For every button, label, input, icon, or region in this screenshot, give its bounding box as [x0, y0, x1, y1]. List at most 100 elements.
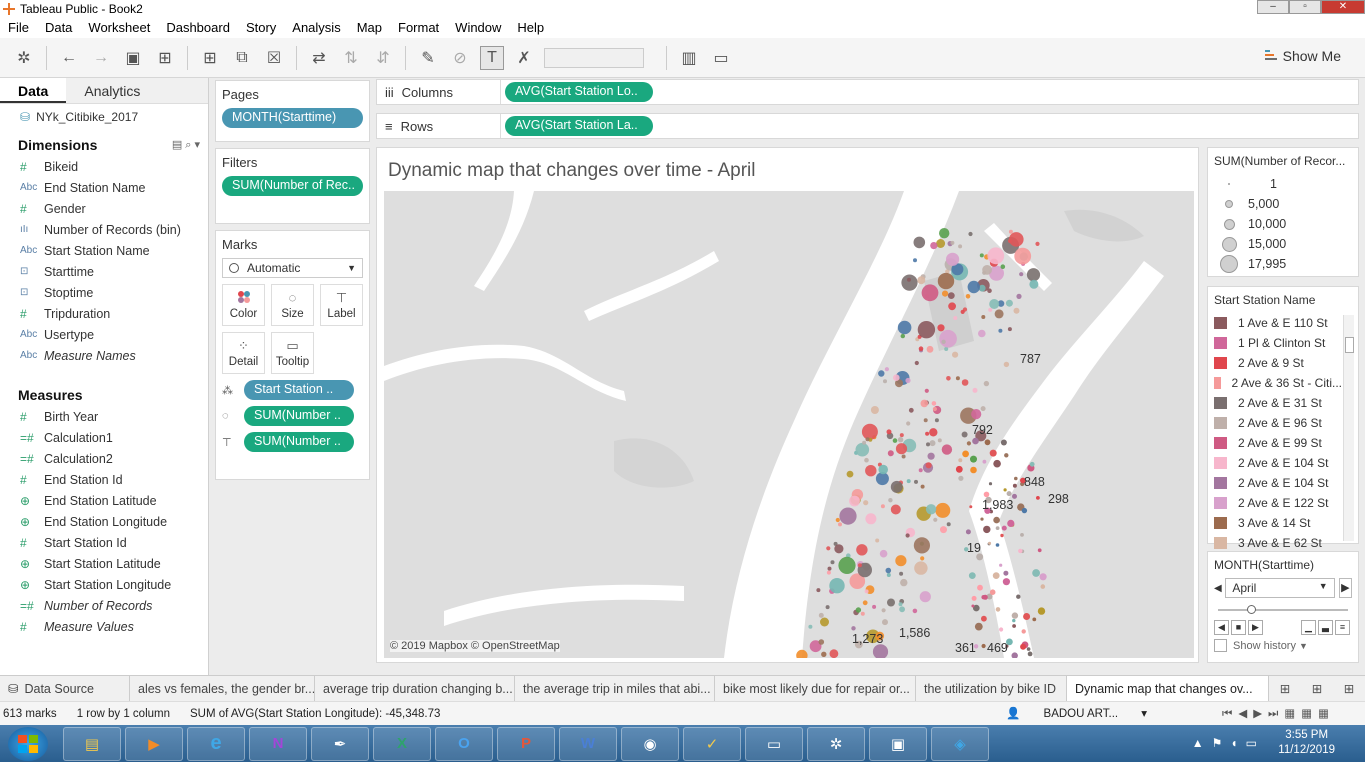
color-legend-item[interactable]: 2 Ave & E 104 St: [1214, 453, 1342, 473]
station-bubble[interactable]: [1012, 483, 1017, 488]
tableau-taskbar-icon[interactable]: ✲: [807, 726, 865, 761]
station-bubble[interactable]: [883, 379, 887, 384]
station-bubble[interactable]: [899, 606, 905, 613]
file-explorer-icon[interactable]: ▤: [63, 726, 121, 761]
station-bubble[interactable]: [958, 244, 963, 249]
station-bubble[interactable]: [918, 468, 923, 473]
measure-field[interactable]: ⊕ Start Station Latitude: [0, 553, 208, 574]
highlight-icon[interactable]: ✎: [416, 46, 440, 70]
station-bubble[interactable]: [900, 578, 908, 587]
color-legend-item[interactable]: 3 Ave & E 62 St: [1214, 533, 1342, 553]
station-bubble[interactable]: [882, 619, 888, 626]
station-bubble[interactable]: [917, 321, 936, 339]
dimension-field[interactable]: Abc End Station Name: [0, 177, 208, 198]
station-bubble[interactable]: [995, 543, 1000, 547]
show-cards-icon[interactable]: ▥: [677, 46, 701, 70]
station-bubble[interactable]: [838, 522, 842, 527]
station-bubble[interactable]: [980, 406, 986, 412]
station-bubble[interactable]: [1029, 279, 1039, 289]
station-bubble[interactable]: [944, 347, 949, 351]
station-bubble[interactable]: [927, 452, 935, 460]
size-button[interactable]: ◌ Size: [271, 284, 314, 326]
station-bubble[interactable]: [950, 240, 955, 245]
measure-field[interactable]: # Birth Year: [0, 406, 208, 427]
new-worksheet-tab-icon[interactable]: ⊞: [1269, 681, 1301, 696]
station-bubble[interactable]: [971, 409, 982, 420]
station-bubble[interactable]: [818, 612, 824, 618]
station-bubble[interactable]: [961, 379, 969, 386]
station-bubble[interactable]: [1014, 247, 1032, 265]
station-bubble[interactable]: [920, 399, 929, 408]
show-me-button[interactable]: Show Me: [1264, 48, 1341, 64]
station-bubble[interactable]: [838, 556, 856, 574]
rows-pill[interactable]: AVG(Start Station La..: [505, 116, 653, 136]
group-icon[interactable]: ⊘: [448, 46, 472, 70]
station-bubble[interactable]: [905, 377, 911, 384]
month-dropdown[interactable]: April ▼: [1225, 578, 1335, 598]
measure-field[interactable]: =# Calculation1: [0, 427, 208, 448]
play-back-button[interactable]: ◀: [1214, 620, 1229, 635]
duplicate-sheet-icon[interactable]: ⧉: [230, 46, 254, 70]
station-bubble[interactable]: [892, 438, 898, 443]
station-bubble[interactable]: [1012, 618, 1016, 623]
station-bubble[interactable]: [1020, 643, 1027, 650]
tab-sheet-5[interactable]: the utilization by bike ID: [916, 675, 1067, 702]
size-legend-item[interactable]: 5,000: [1214, 194, 1352, 214]
station-bubble[interactable]: [965, 529, 971, 535]
station-bubble[interactable]: [984, 439, 991, 446]
word-icon[interactable]: W: [559, 726, 617, 761]
color-pill[interactable]: Start Station ..: [244, 380, 354, 400]
dimension-field[interactable]: # Gender: [0, 198, 208, 219]
station-bubble[interactable]: [872, 604, 877, 609]
station-bubble[interactable]: [1004, 453, 1009, 458]
station-bubble[interactable]: [1011, 612, 1019, 619]
station-bubble[interactable]: [879, 549, 888, 558]
scrollbar-thumb[interactable]: [1345, 337, 1354, 353]
station-bubble[interactable]: [1000, 533, 1004, 538]
label-button[interactable]: ⊤ Label: [320, 284, 363, 326]
filters-shelf[interactable]: Filters SUM(Number of Rec..: [215, 148, 370, 224]
datasource-item[interactable]: ⛁ NYk_Citibike_2017: [0, 104, 208, 130]
station-bubble[interactable]: [907, 277, 911, 282]
station-bubble[interactable]: [887, 450, 894, 457]
terminal-icon[interactable]: ▭: [745, 726, 803, 761]
station-bubble[interactable]: [865, 465, 877, 477]
measure-field[interactable]: # End Station Id: [0, 469, 208, 490]
station-bubble[interactable]: [1021, 507, 1028, 514]
station-bubble[interactable]: [1012, 624, 1016, 628]
station-bubble[interactable]: [861, 423, 878, 440]
fix-axes-icon[interactable]: ✗: [512, 46, 536, 70]
station-bubble[interactable]: [865, 437, 870, 442]
station-bubble[interactable]: [923, 418, 928, 423]
station-bubble[interactable]: [855, 607, 862, 613]
speed-medium-button[interactable]: ▃: [1318, 620, 1333, 635]
station-bubble[interactable]: [888, 498, 893, 503]
station-bubble[interactable]: [993, 459, 1001, 468]
vscode-icon[interactable]: ◈: [931, 726, 989, 761]
menu-file[interactable]: File: [8, 20, 29, 35]
color-button[interactable]: Color: [222, 284, 265, 326]
station-bubble[interactable]: [1002, 578, 1011, 586]
station-bubble[interactable]: [914, 561, 928, 575]
station-bubble[interactable]: [827, 566, 832, 571]
station-bubble[interactable]: [988, 482, 993, 486]
station-bubble[interactable]: [929, 428, 938, 437]
station-bubble[interactable]: [987, 247, 1005, 265]
color-legend-item[interactable]: 3 Ave & 14 St: [1214, 513, 1342, 533]
powerpoint-icon[interactable]: P: [497, 726, 555, 761]
station-bubble[interactable]: [1019, 272, 1024, 277]
color-legend-item[interactable]: 1 Ave & E 110 St: [1214, 313, 1342, 333]
station-bubble[interactable]: [870, 406, 879, 414]
station-bubble[interactable]: [935, 502, 951, 518]
view-options-icon[interactable]: ▤ ⌕ ▾: [172, 138, 200, 152]
system-tray[interactable]: ▲⚑◖▭: [1192, 736, 1265, 750]
station-bubble[interactable]: [958, 458, 963, 463]
dimension-field[interactable]: Abc Start Station Name: [0, 240, 208, 261]
station-bubble[interactable]: [885, 567, 892, 574]
excel-icon[interactable]: X: [373, 726, 431, 761]
station-bubble[interactable]: [826, 570, 831, 575]
station-bubble[interactable]: [1014, 476, 1018, 481]
station-bubble[interactable]: [946, 252, 960, 266]
station-bubble[interactable]: [994, 309, 1004, 319]
dimension-field[interactable]: ıIı Number of Records (bin): [0, 219, 208, 240]
